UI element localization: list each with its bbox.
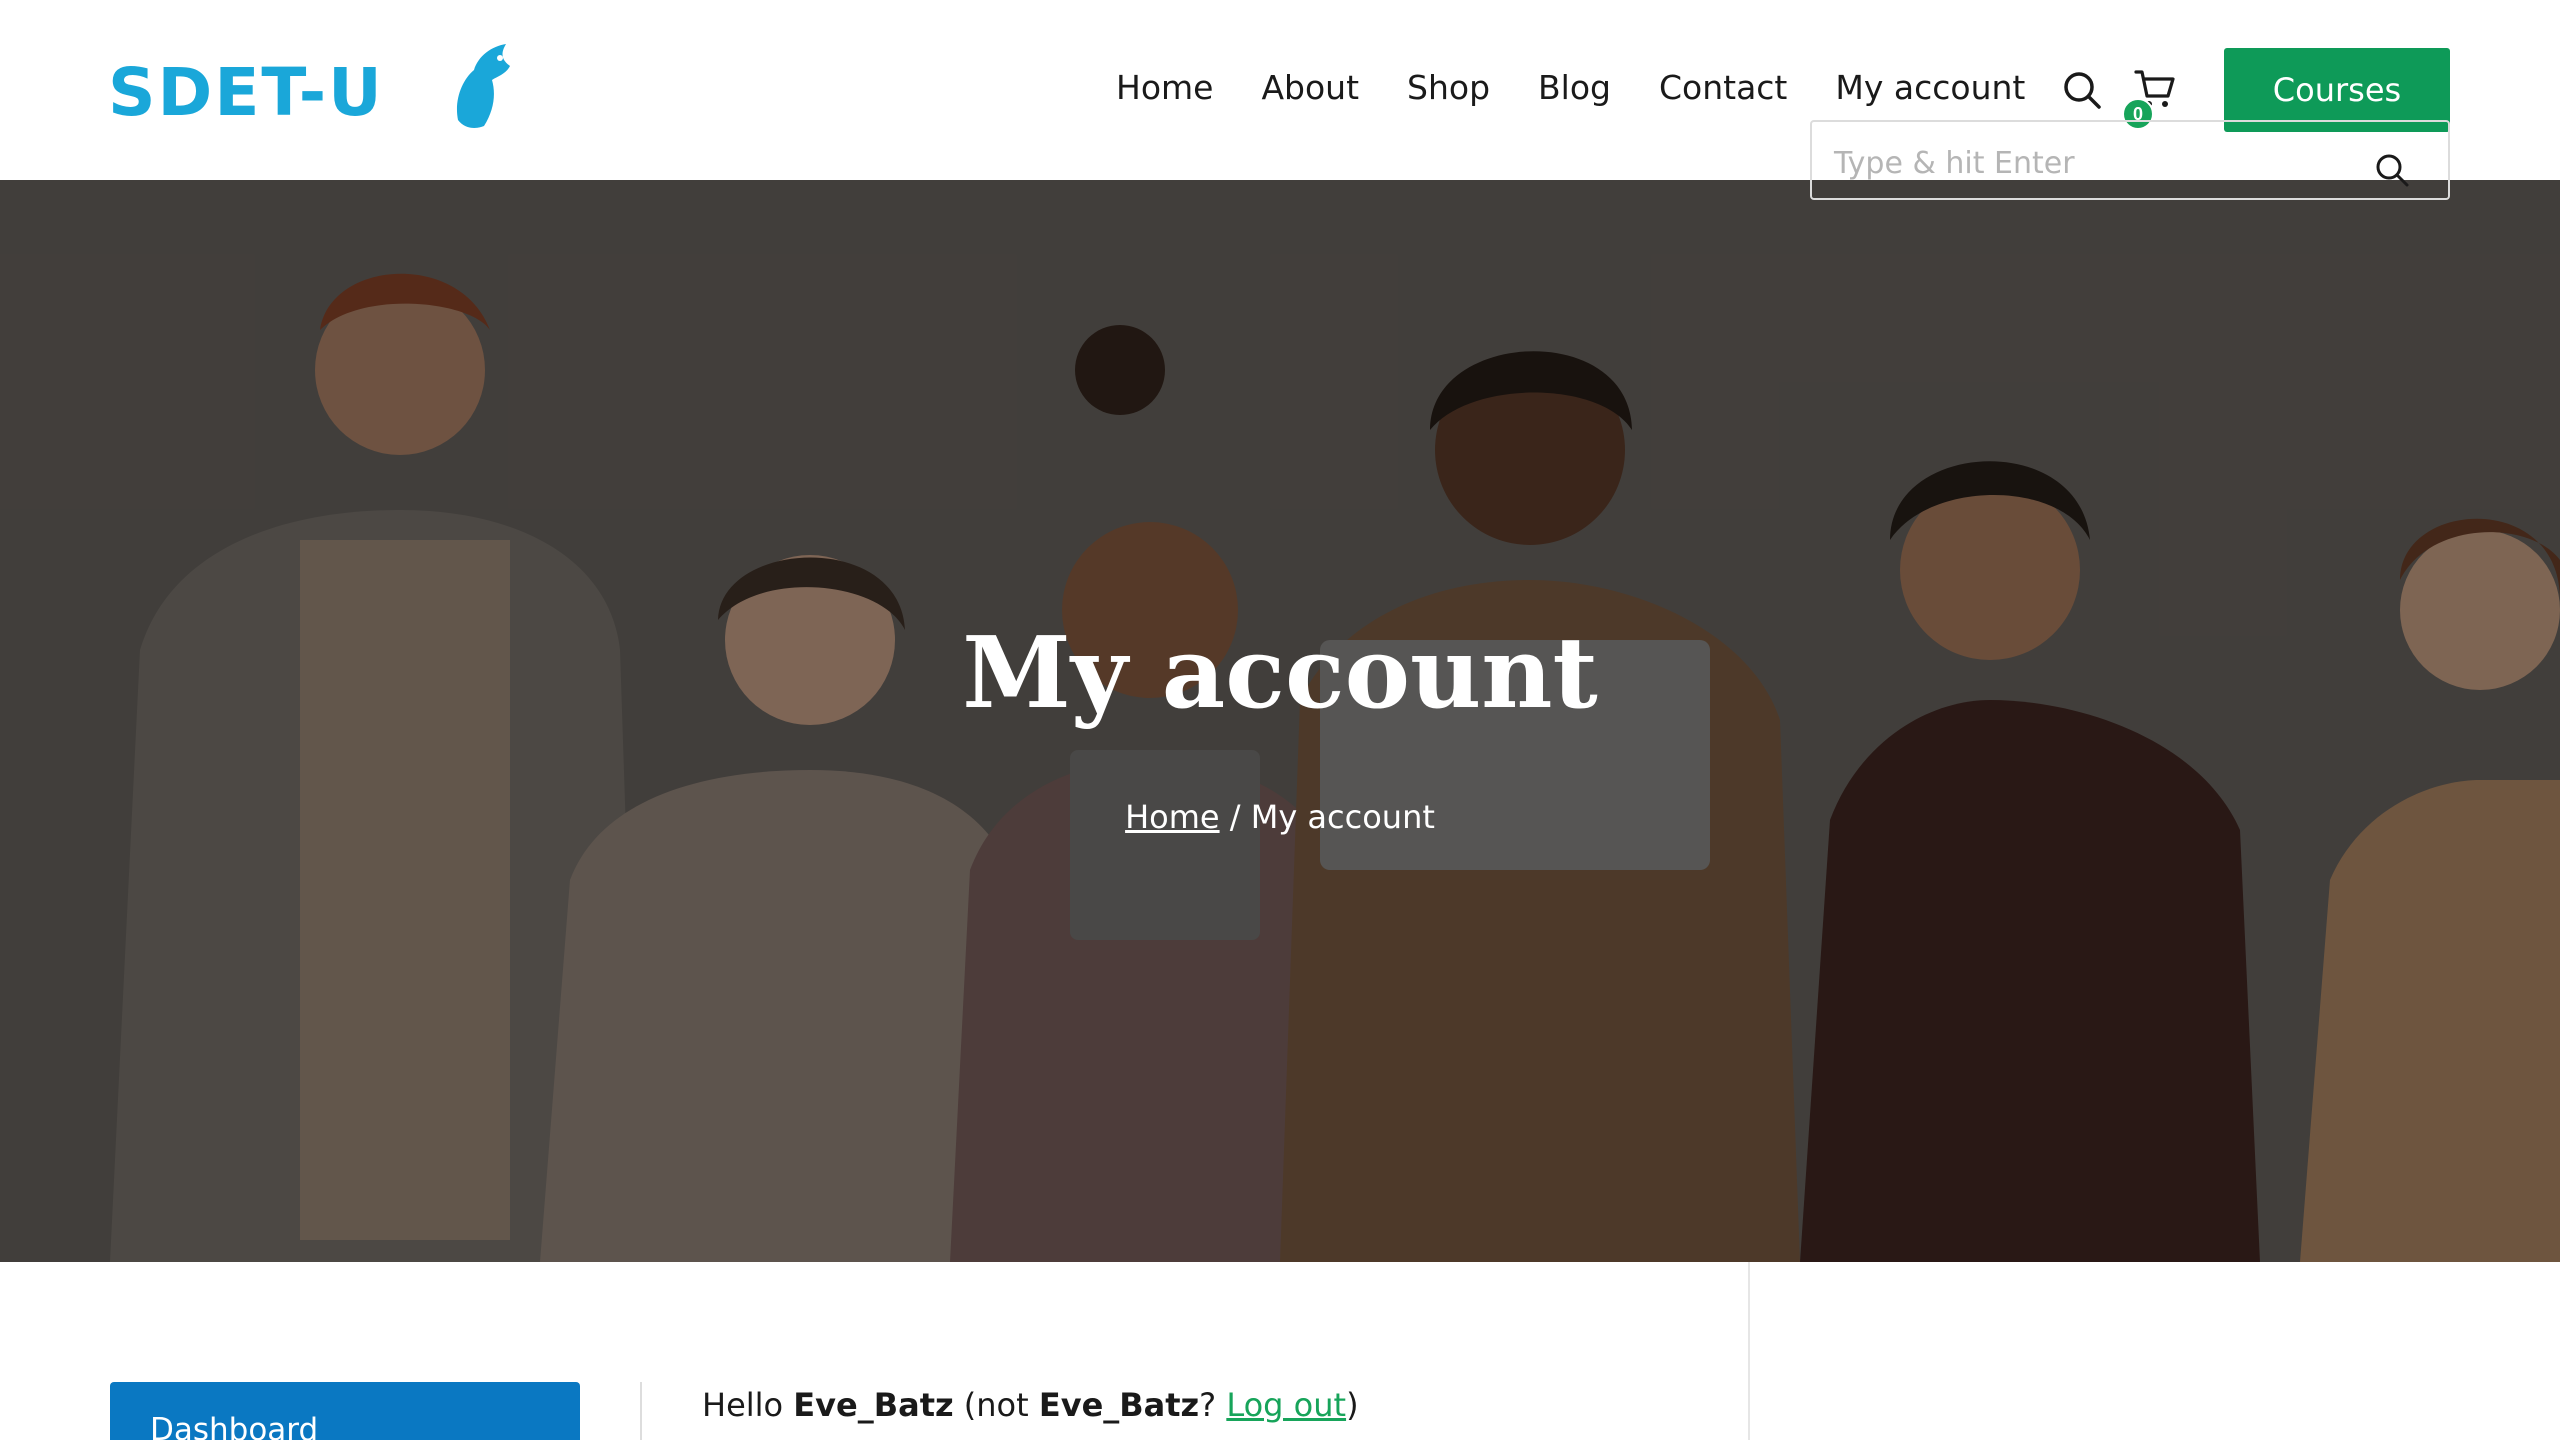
hero-banner: My account Home / My account xyxy=(0,180,2560,1262)
site-logo[interactable]: SDET-U xyxy=(108,40,514,140)
sidebar-search-icon[interactable] xyxy=(2374,152,2410,188)
nav-item-about[interactable]: About xyxy=(1261,68,1359,107)
greeting-username-repeat: Eve_Batz xyxy=(1038,1386,1200,1424)
account-greeting: Hello Eve_Batz (not Eve_Batz? Log out) xyxy=(702,1386,1359,1424)
logout-link[interactable]: Log out xyxy=(1226,1386,1346,1424)
nav-item-blog[interactable]: Blog xyxy=(1538,68,1611,107)
search-icon[interactable] xyxy=(2062,70,2102,110)
account-nav-dashboard[interactable]: Dashboard xyxy=(110,1382,580,1440)
nav-item-home[interactable]: Home xyxy=(1116,68,1213,107)
breadcrumb-home-link[interactable]: Home xyxy=(1125,798,1220,836)
greeting-hello: Hello xyxy=(702,1386,794,1424)
horse-head-icon xyxy=(456,44,510,128)
breadcrumb-separator: / xyxy=(1219,798,1251,836)
greeting-username: Eve_Batz xyxy=(793,1386,954,1424)
nav-item-contact[interactable]: Contact xyxy=(1659,68,1787,107)
account-divider xyxy=(640,1382,642,1440)
sidebar-search-input[interactable]: Type & hit Enter xyxy=(1810,120,2450,200)
greeting-not-prefix: (not xyxy=(953,1386,1039,1424)
greeting-close-paren: ) xyxy=(1346,1386,1359,1424)
greeting-question: ? xyxy=(1199,1386,1227,1424)
account-content: Dashboard Hello Eve_Batz (not Eve_Batz? … xyxy=(0,1262,2560,1440)
nav-item-shop[interactable]: Shop xyxy=(1407,68,1490,107)
page-title: My account xyxy=(962,616,1598,731)
breadcrumb: Home / My account xyxy=(0,798,2560,836)
main-nav: Home About Shop Blog Contact My account xyxy=(1116,68,2025,107)
breadcrumb-current: My account xyxy=(1250,798,1435,836)
sidebar-divider xyxy=(1748,1262,1750,1440)
logo-text: SDET-U xyxy=(108,54,384,131)
nav-item-my-account[interactable]: My account xyxy=(1835,68,2025,107)
